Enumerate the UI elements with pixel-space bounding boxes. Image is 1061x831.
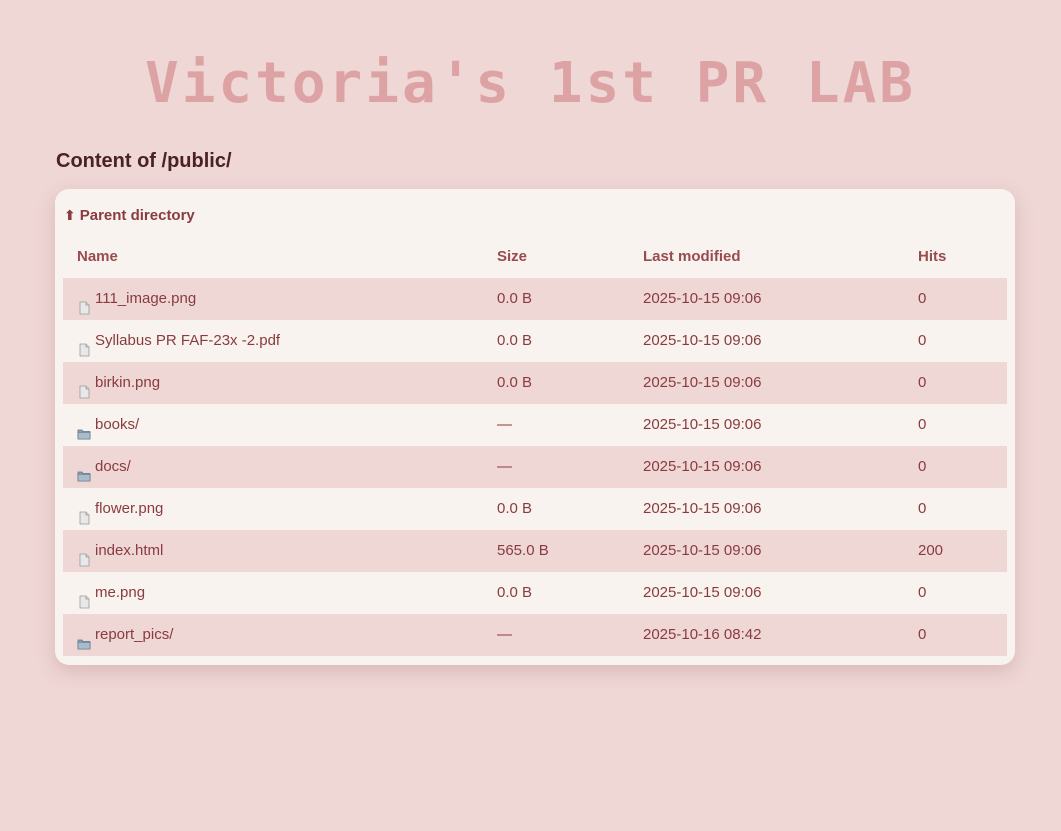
file-name: 111_image.png bbox=[95, 290, 197, 307]
up-arrow-icon: ⬆ bbox=[64, 207, 76, 223]
table-header-row: Name Size Last modified Hits bbox=[63, 236, 1007, 278]
column-header-modified[interactable]: Last modified bbox=[643, 236, 741, 278]
name-cell: 111_image.png bbox=[77, 278, 196, 320]
size-cell: — bbox=[497, 416, 512, 433]
hits-cell: 0 bbox=[918, 416, 927, 433]
folder-icon bbox=[77, 416, 91, 440]
file-link[interactable]: docs/ bbox=[77, 446, 131, 488]
modified-cell: 2025-10-15 09:06 bbox=[643, 290, 762, 307]
column-header-hits[interactable]: Hits bbox=[918, 236, 946, 278]
table-row: Syllabus PR FAF-23x -2.pdf 0.0 B 2025-10-1… bbox=[63, 320, 1007, 362]
hits-cell: 0 bbox=[918, 458, 927, 475]
file-link[interactable]: birkin.png bbox=[77, 362, 160, 404]
file-link[interactable]: me.png bbox=[77, 572, 145, 614]
file-name: index.html bbox=[95, 542, 164, 559]
size-cell: 0.0 B bbox=[497, 290, 533, 307]
folder-icon bbox=[77, 458, 91, 482]
name-cell: birkin.png bbox=[77, 362, 160, 404]
modified-cell: 2025-10-15 09:06 bbox=[643, 584, 762, 601]
table-row: books/ — 2025-10-15 09:06 0 bbox=[63, 404, 1007, 446]
modified-cell: 2025-10-15 09:06 bbox=[643, 374, 762, 391]
hits-cell: 200 bbox=[918, 542, 944, 559]
file-icon bbox=[77, 542, 91, 567]
file-name: flower.png bbox=[95, 500, 164, 517]
size-cell: — bbox=[497, 626, 512, 643]
column-header-name[interactable]: Name bbox=[77, 236, 118, 278]
file-name: books/ bbox=[95, 416, 140, 433]
file-name: docs/ bbox=[95, 458, 131, 475]
name-cell: report_pics/ bbox=[77, 614, 173, 656]
name-cell: index.html bbox=[77, 530, 163, 572]
hits-cell: 0 bbox=[918, 500, 927, 517]
modified-cell: 2025-10-15 09:06 bbox=[643, 500, 762, 517]
modified-cell: 2025-10-15 09:06 bbox=[643, 416, 762, 433]
size-cell: 565.0 B bbox=[497, 542, 549, 559]
size-cell: 0.0 B bbox=[497, 500, 533, 517]
table-row: index.html 565.0 B 2025-10-15 09:06 200 bbox=[63, 530, 1007, 572]
file-link[interactable]: flower.png bbox=[77, 488, 163, 530]
page-title: Victoria's 1st PR LAB bbox=[144, 51, 916, 116]
size-cell: 0.0 B bbox=[497, 332, 533, 349]
file-name: report_pics/ bbox=[95, 626, 174, 643]
table-row: birkin.png 0.0 B 2025-10-15 09:06 0 bbox=[63, 362, 1007, 404]
size-cell: 0.0 B bbox=[497, 584, 533, 601]
table-row: report_pics/ — 2025-10-16 08:42 0 bbox=[63, 614, 1007, 656]
directory-heading: Content of /public/ bbox=[56, 150, 232, 172]
file-link[interactable]: books/ bbox=[77, 404, 139, 446]
file-icon bbox=[77, 332, 91, 357]
hits-cell: 0 bbox=[918, 290, 927, 307]
hits-cell: 0 bbox=[918, 626, 927, 643]
file-link[interactable]: Syllabus PR FAF-23x -2.pdf bbox=[77, 320, 280, 362]
table-row: 111_image.png 0.0 B 2025-10-15 09:06 0 bbox=[63, 278, 1007, 320]
file-link[interactable]: 111_image.png bbox=[77, 278, 196, 320]
file-icon bbox=[77, 374, 91, 399]
name-cell: Syllabus PR FAF-23x -2.pdf bbox=[77, 320, 280, 362]
modified-cell: 2025-10-15 09:06 bbox=[643, 332, 762, 349]
modified-cell: 2025-10-15 09:06 bbox=[643, 458, 762, 475]
file-name: Syllabus PR FAF-23x -2.pdf bbox=[95, 332, 281, 349]
hits-cell: 0 bbox=[918, 374, 927, 391]
table-row: docs/ — 2025-10-15 09:06 0 bbox=[63, 446, 1007, 488]
table-row: flower.png 0.0 B 2025-10-15 09:06 0 bbox=[63, 488, 1007, 530]
file-name: me.png bbox=[95, 584, 146, 601]
file-link[interactable]: report_pics/ bbox=[77, 614, 173, 656]
column-header-size[interactable]: Size bbox=[497, 236, 527, 278]
name-cell: docs/ bbox=[77, 446, 131, 488]
modified-cell: 2025-10-16 08:42 bbox=[643, 626, 762, 643]
name-cell: me.png bbox=[77, 572, 145, 614]
name-cell: books/ bbox=[77, 404, 139, 446]
size-cell: — bbox=[497, 458, 512, 475]
file-icon bbox=[77, 500, 91, 525]
file-icon bbox=[77, 290, 91, 315]
parent-directory-label: Parent directory bbox=[79, 207, 195, 224]
modified-cell: 2025-10-15 09:06 bbox=[643, 542, 762, 559]
name-cell: flower.png bbox=[77, 488, 163, 530]
file-link[interactable]: index.html bbox=[77, 530, 163, 572]
folder-icon bbox=[77, 626, 91, 650]
table-row: me.png 0.0 B 2025-10-15 09:06 0 bbox=[63, 572, 1007, 614]
hits-cell: 0 bbox=[918, 332, 927, 349]
hits-cell: 0 bbox=[918, 584, 927, 601]
file-icon bbox=[77, 584, 91, 609]
file-name: birkin.png bbox=[95, 374, 161, 391]
size-cell: 0.0 B bbox=[497, 374, 533, 391]
directory-panel: ⬆ Parent directory Name Size Last modifi… bbox=[55, 189, 1015, 665]
parent-directory-link[interactable]: ⬆ Parent directory bbox=[64, 207, 195, 224]
directory-table: Name Size Last modified Hits 111_image.p… bbox=[63, 236, 1007, 656]
